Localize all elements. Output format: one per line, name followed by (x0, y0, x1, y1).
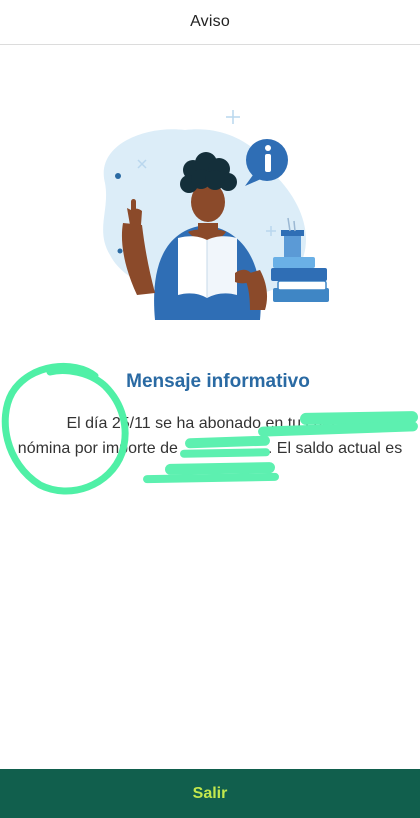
redaction-mark (142, 472, 280, 484)
exit-button[interactable]: Salir (0, 769, 420, 818)
top-bar: Aviso (0, 0, 420, 45)
info-person-illustration (103, 110, 329, 320)
page-title: Aviso (190, 13, 230, 30)
redaction-mark (179, 448, 271, 458)
exit-button-label: Salir (192, 784, 228, 802)
info-icon (245, 139, 288, 186)
annotation-circle (1, 362, 129, 495)
message-line-2-tail: . El saldo actual es (267, 440, 403, 457)
